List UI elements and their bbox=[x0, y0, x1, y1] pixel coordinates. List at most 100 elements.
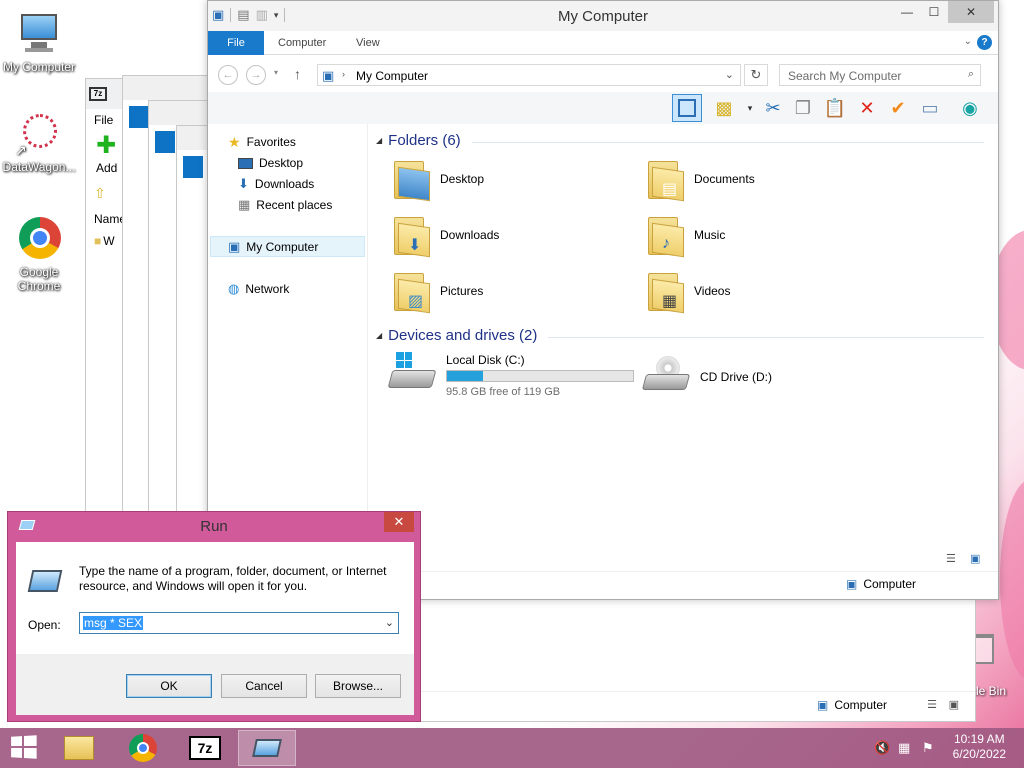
collapse-arrow-icon[interactable]: ◢ bbox=[376, 331, 382, 340]
nav-network[interactable]: ◍ Network bbox=[228, 279, 289, 299]
breadcrumb[interactable]: My Computer bbox=[356, 69, 428, 83]
folder-options-icon[interactable]: ▩ bbox=[712, 96, 736, 120]
rename-icon[interactable]: ▭ bbox=[918, 96, 942, 120]
section-divider bbox=[548, 337, 984, 338]
clock[interactable]: 10:19 AM 6/20/2022 bbox=[953, 732, 1006, 762]
tab-computer[interactable]: Computer bbox=[264, 31, 340, 55]
taskbar-7zip[interactable]: 7z bbox=[176, 730, 234, 766]
folder-item-videos[interactable]: ▦ Videos bbox=[642, 269, 731, 314]
cancel-button[interactable]: Cancel bbox=[221, 674, 307, 698]
address-dropdown-icon[interactable]: ⌄ bbox=[725, 68, 734, 81]
minimize-button[interactable]: — bbox=[893, 1, 921, 23]
copy-icon[interactable]: ❐ bbox=[791, 96, 815, 120]
run-close-button[interactable]: ✕ bbox=[384, 512, 414, 532]
tab-file[interactable]: File bbox=[208, 31, 264, 55]
window-title: My Computer bbox=[557, 8, 649, 25]
datawagon-icon: ↗ bbox=[15, 110, 63, 158]
nav-favorites[interactable]: ★ Favorites bbox=[228, 132, 296, 152]
search-icon[interactable]: ⌕ bbox=[968, 68, 974, 81]
run-icon bbox=[252, 739, 282, 757]
run-dialog[interactable]: Run ✕ Type the name of a program, folder… bbox=[7, 511, 421, 722]
folders-section-header[interactable]: ◢ Folders (6) bbox=[376, 132, 461, 149]
folder-item-downloads[interactable]: ⬇ Downloads bbox=[388, 213, 500, 258]
up-folder-icon[interactable]: ⇧ bbox=[94, 185, 106, 202]
nav-my-computer[interactable]: ▣ My Computer bbox=[228, 237, 318, 257]
open-dropdown-icon[interactable]: ⌄ bbox=[385, 616, 394, 629]
paste-icon[interactable]: 📋 bbox=[823, 96, 847, 120]
taskbar-chrome[interactable] bbox=[114, 730, 172, 766]
folder-item-music[interactable]: ♪ Music bbox=[642, 213, 725, 258]
recent-places-icon: ▦ bbox=[238, 197, 251, 212]
status-computer-label: Computer bbox=[863, 577, 917, 591]
open-input[interactable]: msg * SEX bbox=[83, 616, 144, 630]
cut-icon[interactable]: ✂ bbox=[761, 96, 785, 120]
ok-button[interactable]: OK bbox=[126, 674, 212, 698]
desktop-icon-datawagon[interactable]: ↗ DataWagon... bbox=[1, 110, 77, 174]
computer-icon bbox=[15, 10, 63, 58]
open-combobox[interactable]: msg * SEX ⌄ bbox=[79, 612, 399, 634]
folder-icon: ▨ bbox=[388, 269, 432, 314]
drive-item-c[interactable]: Local Disk (C:) 95.8 GB free of 119 GB bbox=[387, 352, 638, 400]
up-button[interactable]: ↑ bbox=[294, 66, 301, 82]
start-button[interactable] bbox=[10, 735, 38, 760]
volume-muted-icon[interactable]: 🔇 bbox=[874, 740, 890, 756]
desktop-icon-label: Google Chrome bbox=[17, 265, 61, 293]
drive-name: Local Disk (C:) bbox=[446, 353, 525, 367]
folder-label: Videos bbox=[694, 284, 731, 298]
details-view-icon[interactable]: ☰ bbox=[927, 698, 937, 711]
nav-downloads[interactable]: ⬇ Downloads bbox=[238, 174, 314, 194]
status-computer: ▣ Computer bbox=[846, 577, 916, 591]
devices-section-header[interactable]: ◢ Devices and drives (2) bbox=[376, 327, 537, 344]
file-menu[interactable]: File bbox=[94, 113, 113, 127]
back-button[interactable]: ← bbox=[218, 65, 238, 85]
desktop-icon-label: DataWagon... bbox=[2, 160, 76, 174]
refresh-button[interactable]: ↻ bbox=[744, 64, 768, 86]
folder-item-pictures[interactable]: ▨ Pictures bbox=[388, 269, 483, 314]
nav-recent-places[interactable]: ▦ Recent places bbox=[238, 195, 332, 215]
breadcrumb-separator-icon[interactable]: › bbox=[342, 69, 345, 79]
folder-icon bbox=[388, 157, 432, 202]
folder-icon: ▤ bbox=[642, 157, 686, 202]
tiles-view-icon[interactable]: ▣ bbox=[949, 698, 959, 711]
desktop-icon-my-computer[interactable]: My Computer bbox=[1, 10, 77, 74]
add-plus-icon[interactable]: ✚ bbox=[96, 134, 116, 158]
ribbon-tabs: File Computer View ⌄ ? bbox=[208, 31, 998, 55]
tab-view[interactable]: View bbox=[342, 31, 394, 55]
shell-icon[interactable]: ◉ bbox=[958, 96, 982, 120]
add-label: Add bbox=[96, 161, 118, 175]
address-field[interactable]: ▣ › My Computer ⌄ bbox=[317, 64, 741, 86]
status-computer: ▣ Computer bbox=[817, 698, 887, 712]
folder-label: Downloads bbox=[440, 228, 500, 242]
action-center-icon[interactable]: ⚑ bbox=[922, 740, 934, 756]
taskbar-file-explorer[interactable] bbox=[50, 730, 108, 766]
title-bar[interactable]: ▣ ▤ ▥ ▾ My Computer — ☐ ✕ bbox=[208, 1, 998, 31]
search-input[interactable]: Search My Computer ⌕ bbox=[779, 64, 981, 86]
folder-item-documents[interactable]: ▤ Documents bbox=[642, 157, 755, 202]
checkmark-icon[interactable]: ✔ bbox=[886, 96, 910, 120]
expand-ribbon-icon[interactable]: ⌄ bbox=[964, 36, 972, 47]
7zip-logo-icon: 7z bbox=[89, 87, 107, 101]
help-icon[interactable]: ? bbox=[977, 35, 992, 50]
folder-item-desktop[interactable]: Desktop bbox=[388, 157, 484, 202]
taskbar-run[interactable] bbox=[238, 730, 296, 766]
desktop-icon bbox=[238, 157, 253, 169]
preview-pane-icon[interactable] bbox=[672, 94, 702, 122]
details-view-icon[interactable]: ☰ bbox=[946, 552, 956, 565]
explorer-window[interactable]: ▣ ▤ ▥ ▾ My Computer — ☐ ✕ File Computer … bbox=[207, 0, 999, 600]
recent-locations-arrow-icon[interactable]: ▾ bbox=[274, 68, 278, 77]
desktop-icon-chrome[interactable]: Google Chrome bbox=[1, 215, 77, 293]
folder-row[interactable]: ■ W bbox=[94, 234, 115, 248]
collapse-arrow-icon[interactable]: ◢ bbox=[376, 136, 382, 145]
forward-button[interactable]: → bbox=[246, 65, 266, 85]
windows-logo-icon bbox=[11, 735, 37, 759]
tiles-view-icon[interactable]: ▣ bbox=[970, 552, 980, 565]
browse-button[interactable]: Browse... bbox=[315, 674, 401, 698]
network-tray-icon[interactable]: ▦ bbox=[898, 740, 910, 756]
drive-item-d[interactable]: CD Drive (D:) bbox=[641, 352, 842, 400]
hard-drive-icon bbox=[387, 352, 437, 396]
delete-icon[interactable]: ✕ bbox=[855, 96, 879, 120]
dropdown-arrow-icon[interactable]: ▾ bbox=[738, 96, 762, 120]
close-button[interactable]: ✕ bbox=[948, 1, 994, 23]
maximize-button[interactable]: ☐ bbox=[920, 1, 948, 23]
nav-desktop[interactable]: Desktop bbox=[238, 153, 303, 173]
